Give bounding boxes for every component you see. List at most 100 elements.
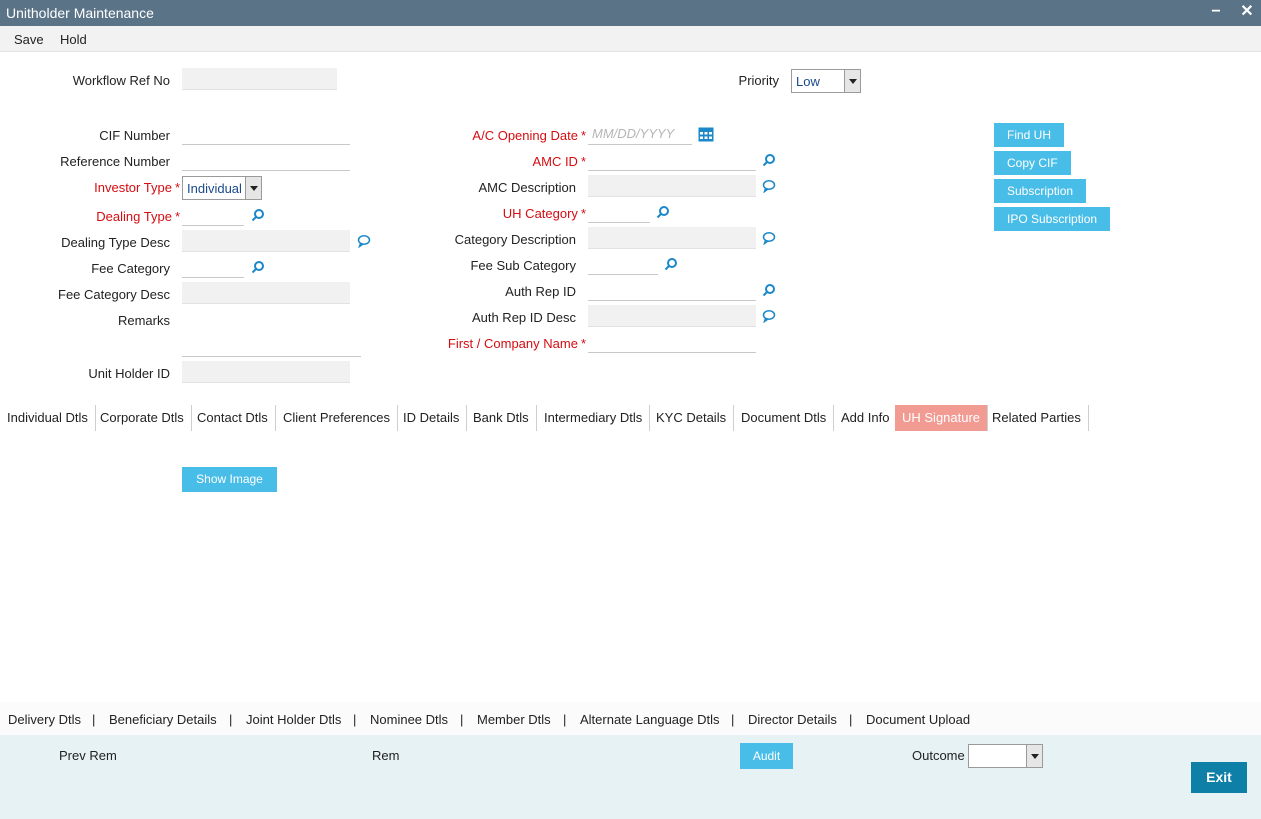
fee-category-label: Fee Category xyxy=(91,261,170,276)
ac-opening-date-label: A/C Opening Date * xyxy=(400,128,586,143)
minimize-icon[interactable]: − xyxy=(1206,2,1226,22)
joint-holder-dtls-link[interactable]: Joint Holder Dtls xyxy=(246,712,341,727)
window-titlebar: Unitholder Maintenance − ✕ xyxy=(0,0,1261,26)
fee-sub-category-label: Fee Sub Category xyxy=(470,258,576,273)
document-upload-link[interactable]: Document Upload xyxy=(866,712,970,727)
amc-id-label: AMC ID * xyxy=(400,154,586,169)
dealing-type-desc-input[interactable] xyxy=(182,230,350,252)
remarks-textarea[interactable] xyxy=(182,310,361,357)
tab-add-info[interactable]: Add Info xyxy=(834,405,898,431)
tab-document-dtls[interactable]: Document Dtls xyxy=(734,405,835,431)
investor-type-value: Individual xyxy=(187,181,242,196)
required-star: * xyxy=(174,209,180,224)
save-menu-item[interactable]: Save xyxy=(14,32,44,47)
audit-button[interactable]: Audit xyxy=(740,743,793,769)
link-separator: | xyxy=(460,712,464,727)
cif-number-input[interactable] xyxy=(182,123,350,145)
amc-description-input[interactable] xyxy=(588,175,756,197)
search-icon[interactable] xyxy=(656,205,670,219)
tab-bank-dtls[interactable]: Bank Dtls xyxy=(466,405,537,431)
required-star: * xyxy=(174,180,180,195)
link-separator: | xyxy=(229,712,233,727)
link-separator: | xyxy=(849,712,853,727)
show-image-button[interactable]: Show Image xyxy=(182,467,277,492)
tab-contact-dtls[interactable]: Contact Dtls xyxy=(190,405,276,431)
unit-holder-id-input[interactable] xyxy=(182,361,350,383)
comment-icon[interactable] xyxy=(762,309,776,323)
tab-related-parties[interactable]: Related Parties xyxy=(985,405,1089,431)
tab-intermediary-dtls[interactable]: Intermediary Dtls xyxy=(537,405,651,431)
unit-holder-id-label: Unit Holder ID xyxy=(88,366,170,381)
priority-select[interactable]: Low xyxy=(791,69,861,93)
required-star: * xyxy=(580,154,586,169)
director-details-link[interactable]: Director Details xyxy=(748,712,837,727)
link-separator: | xyxy=(731,712,735,727)
uh-category-input[interactable] xyxy=(588,201,650,223)
search-icon[interactable] xyxy=(251,208,265,222)
rem-label: Rem xyxy=(372,748,400,763)
cif-number-label: CIF Number xyxy=(99,128,170,143)
search-icon[interactable] xyxy=(762,283,776,297)
delivery-dtls-link[interactable]: Delivery Dtls xyxy=(8,712,81,727)
outcome-select[interactable] xyxy=(968,744,1043,768)
first-company-name-label: First / Company Name * xyxy=(400,336,586,351)
tab-client-preferences[interactable]: Client Preferences xyxy=(276,405,398,431)
tab-uh-signature[interactable]: UH Signature xyxy=(895,405,989,431)
tab-individual-dtls[interactable]: Individual Dtls xyxy=(0,405,96,431)
ac-opening-date-input[interactable] xyxy=(588,123,692,145)
menubar: Save Hold xyxy=(0,26,1261,52)
amc-id-input[interactable] xyxy=(588,149,756,171)
fee-sub-category-input[interactable] xyxy=(588,253,658,275)
hold-menu-item[interactable]: Hold xyxy=(60,32,87,47)
auth-rep-id-desc-input[interactable] xyxy=(588,305,756,327)
dealing-type-desc-label: Dealing Type Desc xyxy=(61,235,170,250)
calendar-icon[interactable] xyxy=(698,127,714,142)
reference-number-input[interactable] xyxy=(182,149,350,171)
exit-button[interactable]: Exit xyxy=(1191,762,1247,793)
tab-kyc-details[interactable]: KYC Details xyxy=(649,405,735,431)
amc-id-label-text: AMC ID xyxy=(532,154,578,169)
search-icon[interactable] xyxy=(251,260,265,274)
uh-category-label-text: UH Category xyxy=(502,206,578,221)
required-star: * xyxy=(580,336,586,351)
nominee-dtls-link[interactable]: Nominee Dtls xyxy=(370,712,448,727)
alternate-language-dtls-link[interactable]: Alternate Language Dtls xyxy=(580,712,719,727)
close-icon[interactable]: ✕ xyxy=(1237,2,1257,22)
category-description-input[interactable] xyxy=(588,227,756,249)
investor-type-select[interactable]: Individual xyxy=(182,176,262,200)
workflow-ref-input[interactable] xyxy=(182,68,337,90)
required-star: * xyxy=(580,206,586,221)
member-dtls-link[interactable]: Member Dtls xyxy=(477,712,551,727)
fee-category-desc-input[interactable] xyxy=(182,282,350,304)
search-icon[interactable] xyxy=(762,153,776,167)
remarks-label: Remarks xyxy=(117,313,170,328)
comment-icon[interactable] xyxy=(357,234,371,248)
prev-rem-label: Prev Rem xyxy=(59,748,117,763)
copy-cif-button[interactable]: Copy CIF xyxy=(994,151,1071,175)
auth-rep-id-desc-label: Auth Rep ID Desc xyxy=(471,310,576,325)
investor-type-label: Investor Type * xyxy=(20,180,180,195)
priority-label: Priority xyxy=(738,73,779,88)
first-company-name-input[interactable] xyxy=(588,331,756,353)
comment-icon[interactable] xyxy=(762,231,776,245)
ac-opening-date-label-text: A/C Opening Date xyxy=(472,128,578,143)
auth-rep-id-label: Auth Rep ID xyxy=(505,284,576,299)
comment-icon[interactable] xyxy=(762,179,776,193)
chevron-down-icon xyxy=(844,70,860,92)
auth-rep-id-input[interactable] xyxy=(588,279,756,301)
dealing-type-input[interactable] xyxy=(182,204,244,226)
dealing-type-label-text: Dealing Type xyxy=(96,209,172,224)
window-title: Unitholder Maintenance xyxy=(6,5,154,21)
find-uh-button[interactable]: Find UH xyxy=(994,123,1065,147)
fee-category-input[interactable] xyxy=(182,256,244,278)
category-description-label: Category Description xyxy=(454,232,576,247)
tab-corporate-dtls[interactable]: Corporate Dtls xyxy=(93,405,192,431)
beneficiary-details-link[interactable]: Beneficiary Details xyxy=(109,712,217,727)
link-separator: | xyxy=(563,712,567,727)
footer-panel: Prev Rem Rem Outcome xyxy=(0,735,1261,819)
tab-id-details[interactable]: ID Details xyxy=(396,405,468,431)
subscription-button[interactable]: Subscription xyxy=(994,179,1087,203)
link-separator: | xyxy=(92,712,96,727)
ipo-subscription-button[interactable]: IPO Subscription xyxy=(994,207,1111,231)
search-icon[interactable] xyxy=(664,257,678,271)
